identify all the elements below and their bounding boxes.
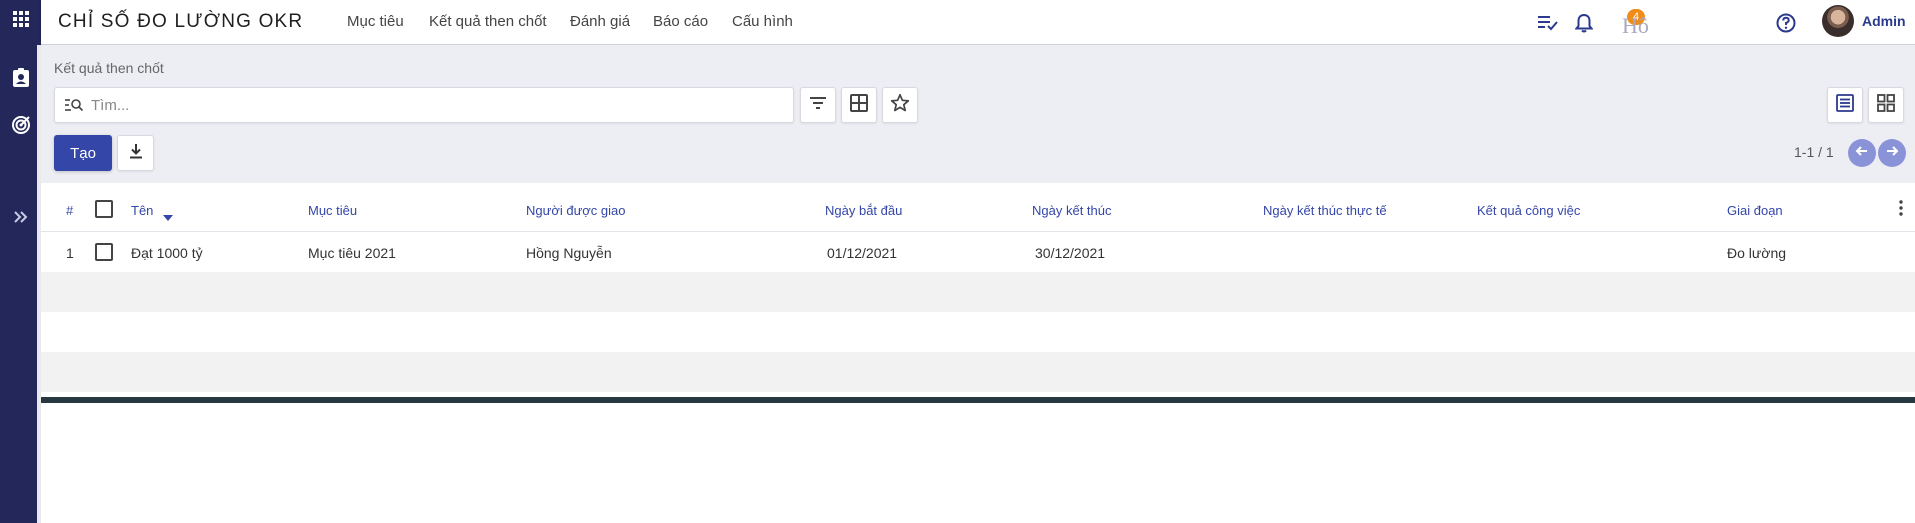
row-checkbox[interactable] [95,243,113,261]
search-icon [64,96,84,119]
kanban-view-button[interactable] [1868,87,1904,123]
favorites-button[interactable] [882,87,918,123]
app-title: CHỈ SỐ ĐO LƯỜNG OKR [58,11,304,32]
download-icon [129,143,143,164]
list-view-icon [1836,93,1854,117]
company-name[interactable]: Hô [1622,13,1649,39]
target-icon[interactable] [0,107,41,143]
nav-key-results[interactable]: Kết quả then chốt [429,13,547,30]
nav-configuration[interactable]: Cấu hình [732,13,793,30]
column-header-objective[interactable]: Mục tiêu [308,203,357,218]
breadcrumb: Kết quả then chốt [54,60,164,76]
pager-previous-button[interactable] [1848,139,1876,167]
nav-evaluation[interactable]: Đánh giá [570,13,630,30]
column-options-icon[interactable] [1899,200,1903,221]
expand-chevrons-icon[interactable] [0,199,41,235]
app-sidebar [0,0,41,523]
row-index: 1 [66,245,74,261]
star-icon [890,93,910,118]
column-header-work-result[interactable]: Kết quả công việc [1477,203,1580,218]
sort-caret-icon [163,208,173,226]
contact-badge-icon[interactable] [0,60,41,96]
cell-objective: Mục tiêu 2021 [308,245,396,261]
table-grid-icon [850,93,868,117]
column-header-end-date[interactable]: Ngày kết thúc [1032,203,1112,218]
select-all-checkbox[interactable] [95,200,113,218]
column-header-start-date[interactable]: Ngày bắt đầu [825,203,902,218]
column-header-assignee[interactable]: Người được giao [526,203,626,218]
empty-row [41,272,1915,312]
table-header: # Tên Mục tiêu Người được giao Ngày bắt … [41,183,1915,232]
group-by-button[interactable] [841,87,877,123]
column-header-name[interactable]: Tên [131,203,153,218]
list-view-button[interactable] [1827,87,1863,123]
apps-grid-icon[interactable] [0,1,41,37]
user-menu[interactable]: Admin [1862,13,1906,29]
filter-button[interactable] [800,87,836,123]
column-header-stage[interactable]: Giai đoạn [1727,203,1783,218]
nav-reports[interactable]: Báo cáo [653,13,708,30]
kanban-grid-icon [1877,93,1895,117]
arrow-left-icon [1855,144,1869,163]
top-navbar: CHỈ SỐ ĐO LƯỜNG OKR Mục tiêu Kết quả the… [41,0,1915,45]
table-footer-bar [41,397,1915,403]
help-icon[interactable] [1774,11,1798,35]
search-input[interactable] [91,88,781,122]
nav-objectives[interactable]: Mục tiêu [347,13,404,30]
filter-icon [809,96,827,115]
cell-assignee: Hồng Nguyễn [526,245,612,261]
cell-start-date: 01/12/2021 [827,245,898,261]
control-panel: Kết quả then chốt Tìm... Tạo 1-1 / 1 [41,45,1915,183]
cell-stage: Đo lường [1727,245,1787,261]
column-header-actual-end-date[interactable]: Ngày kết thúc thực tế [1263,203,1387,218]
pager-next-button[interactable] [1878,139,1906,167]
user-avatar[interactable] [1822,5,1854,37]
arrow-right-icon [1885,144,1899,163]
bell-icon[interactable] [1572,11,1596,35]
create-button[interactable]: Tạo [54,135,112,171]
pager-value[interactable]: 1-1 / 1 [1794,144,1834,160]
cell-end-date: 30/12/2021 [1035,245,1106,261]
activity-checklist-icon[interactable] [1536,11,1560,35]
search-box [54,87,794,123]
column-header-index: # [66,203,74,218]
empty-row [41,352,1915,392]
table-row[interactable]: 1 Đạt 1000 tỷ Mục tiêu 2021 Hồng Nguyễn … [41,232,1915,272]
download-button[interactable] [117,135,154,171]
cell-name: Đạt 1000 tỷ [131,245,203,261]
empty-row [41,312,1915,352]
